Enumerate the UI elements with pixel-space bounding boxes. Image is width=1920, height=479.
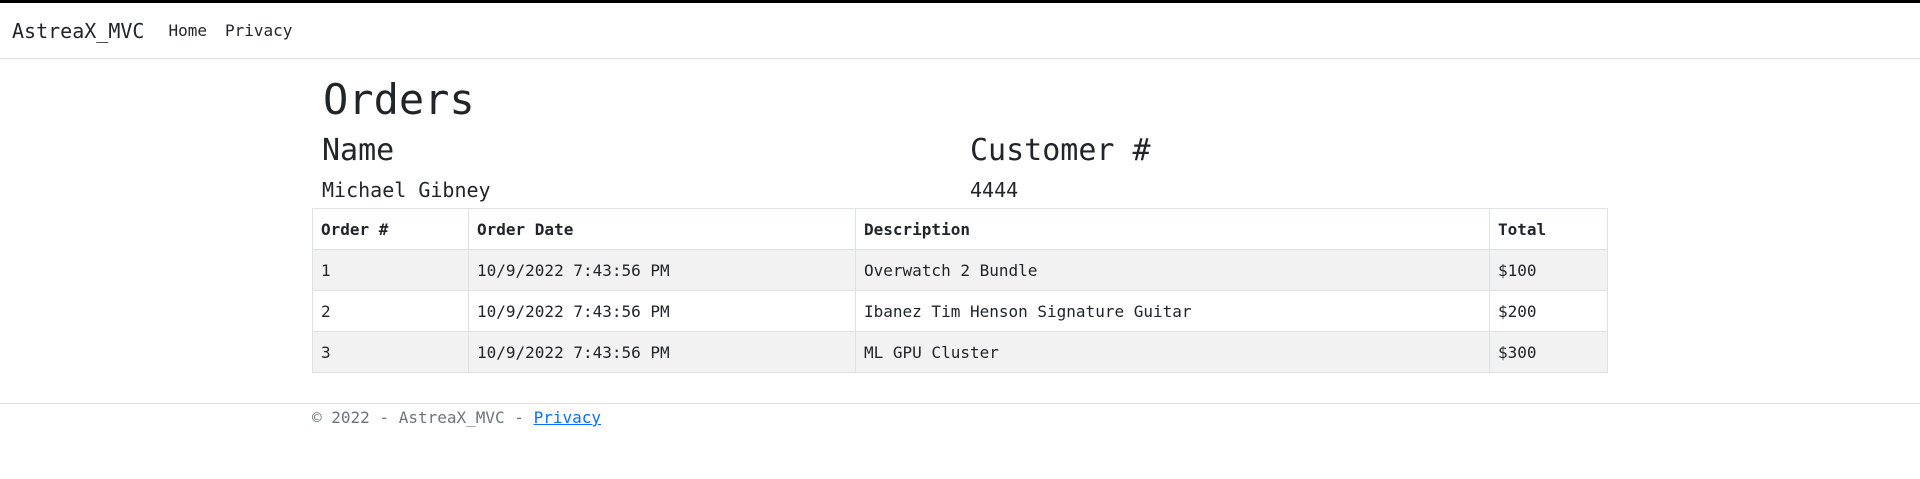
nav-home-link[interactable]: Home	[168, 21, 207, 40]
table-row: 2 10/9/2022 7:43:56 PM Ibanez Tim Henson…	[312, 290, 1608, 332]
footer: © 2022 - AstreaX_MVC - Privacy	[0, 403, 1920, 427]
customer-number-label: Customer #	[970, 133, 1151, 168]
customer-name-value: Michael Gibney	[322, 178, 491, 202]
cell-description: Ibanez Tim Henson Signature Guitar	[855, 290, 1490, 332]
orders-table: Order # Order Date Description Total 1 1…	[312, 208, 1608, 373]
customer-name-section: Name Michael Gibney	[312, 133, 960, 203]
column-header-order-date: Order Date	[468, 208, 856, 250]
navbar: AstreaX_MVC Home Privacy	[0, 3, 1920, 59]
cell-order-date: 10/9/2022 7:43:56 PM	[468, 331, 856, 373]
customer-number-value: 4444	[970, 178, 1019, 202]
cell-order-number: 2	[312, 290, 469, 332]
cell-order-number: 3	[312, 331, 469, 373]
orders-table-header: Order # Order Date Description Total	[312, 208, 1608, 250]
nav-privacy-link[interactable]: Privacy	[225, 21, 292, 40]
footer-copyright: © 2022 - AstreaX_MVC -	[312, 408, 534, 427]
cell-order-date: 10/9/2022 7:43:56 PM	[468, 290, 856, 332]
table-row: 1 10/9/2022 7:43:56 PM Overwatch 2 Bundl…	[312, 249, 1608, 291]
cell-order-number: 1	[312, 249, 469, 291]
customer-name-label: Name	[322, 133, 395, 168]
brand-link[interactable]: AstreaX_MVC	[12, 19, 144, 43]
footer-privacy-link[interactable]: Privacy	[534, 408, 601, 427]
page-title: Orders	[323, 75, 475, 124]
column-header-order-number: Order #	[312, 208, 469, 250]
cell-description: ML GPU Cluster	[855, 331, 1490, 373]
table-header-row: Order # Order Date Description Total	[312, 208, 1608, 250]
orders-table-body: 1 10/9/2022 7:43:56 PM Overwatch 2 Bundl…	[312, 249, 1608, 373]
customer-number-section: Customer # 4444	[960, 133, 1608, 203]
cell-total: $200	[1489, 290, 1608, 332]
cell-total: $300	[1489, 331, 1608, 373]
cell-description: Overwatch 2 Bundle	[855, 249, 1490, 291]
table-row: 3 10/9/2022 7:43:56 PM ML GPU Cluster $3…	[312, 331, 1608, 373]
customer-info: Name Michael Gibney Customer # 4444	[312, 133, 1608, 203]
column-header-description: Description	[855, 208, 1490, 250]
column-header-total: Total	[1489, 208, 1608, 250]
main-content: Orders Name Michael Gibney Customer # 44…	[312, 59, 1608, 373]
cell-total: $100	[1489, 249, 1608, 291]
cell-order-date: 10/9/2022 7:43:56 PM	[468, 249, 856, 291]
footer-content: © 2022 - AstreaX_MVC - Privacy	[312, 408, 1920, 427]
